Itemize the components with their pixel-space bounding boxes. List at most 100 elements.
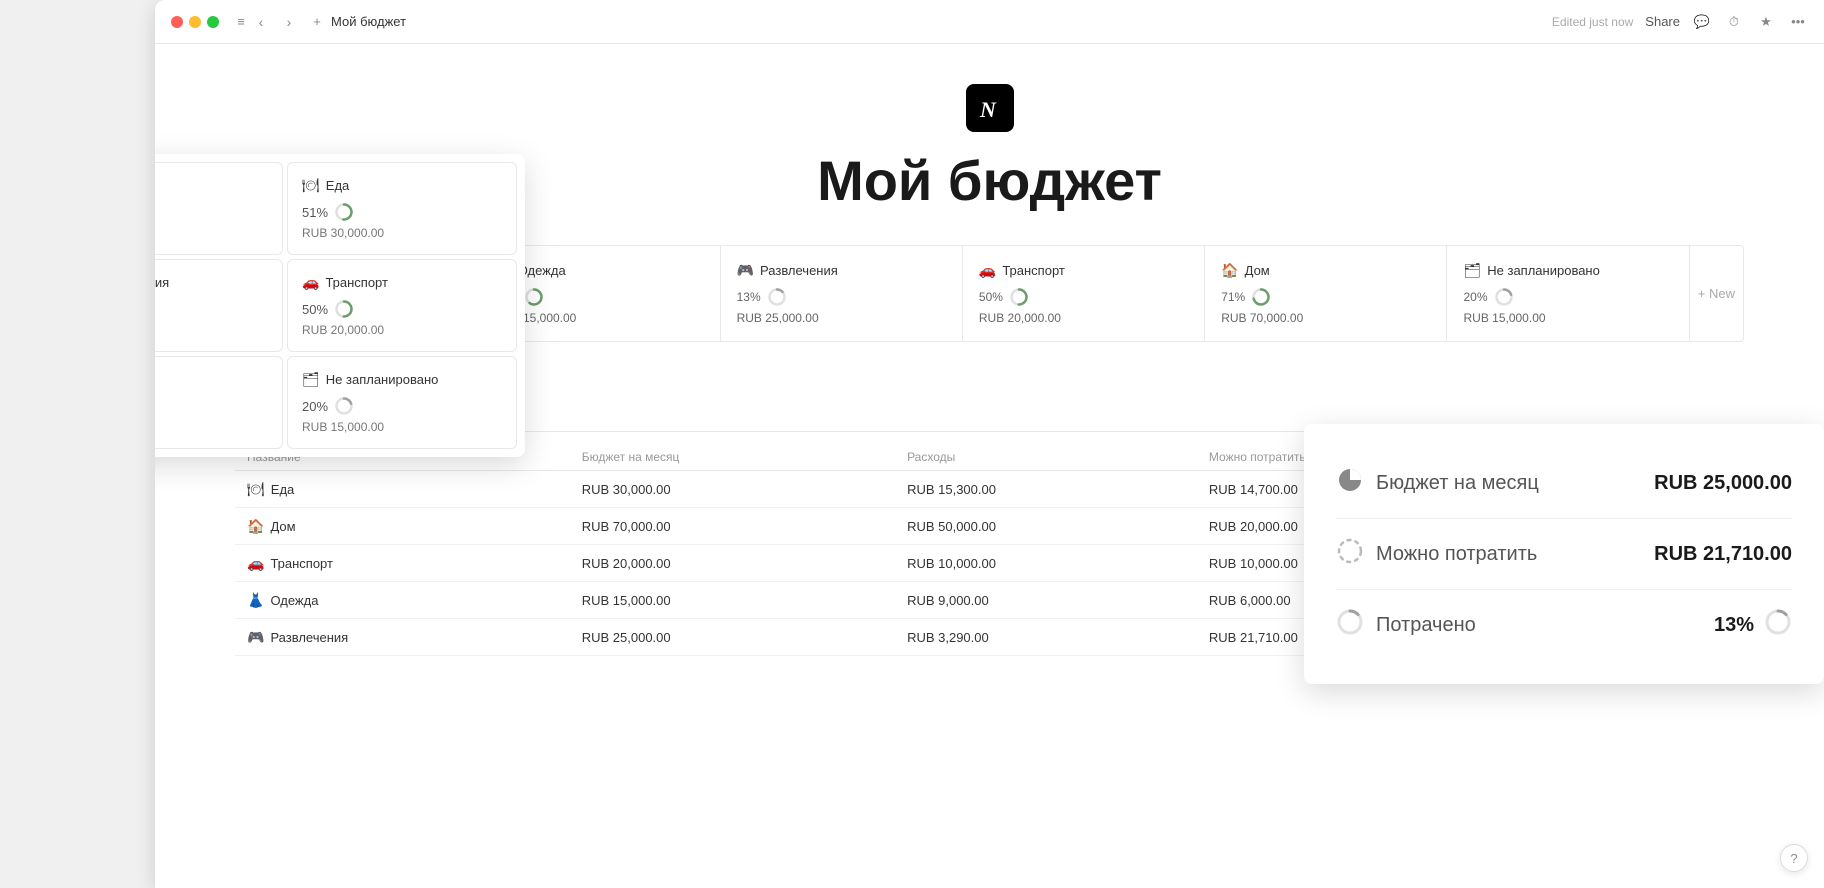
popup-row: Бюджет на месяц RUB 25,000.00 <box>1336 448 1792 519</box>
row-budget: RUB 25,000.00 <box>570 619 895 656</box>
row-icon: 🍽 <box>247 481 265 498</box>
popup-ring <box>1764 608 1792 642</box>
forward-icon[interactable]: › <box>279 12 299 32</box>
popup-label: Можно потратить <box>1336 537 1537 571</box>
card-percent: 60% <box>494 287 703 307</box>
comment-icon[interactable]: 💬 <box>1692 12 1712 32</box>
percent-label: 20% <box>1463 290 1487 304</box>
row-icon: 👗 <box>247 592 264 609</box>
overlay-card-header: 🎮 Развлечения <box>155 274 268 291</box>
popup-icon <box>1336 466 1364 500</box>
new-button[interactable]: + New <box>1690 246 1743 341</box>
overlay-cards: 👗 Одежда 60% RUB 15,000.00 🍽 Еда 51% RUB… <box>155 154 525 457</box>
overlay-card-percent: 60% <box>155 202 268 222</box>
overlay-card-percent: 13% <box>155 299 268 319</box>
menu-icon[interactable]: ≡ <box>231 12 251 32</box>
card-header: 🏠 Дом <box>1221 262 1430 279</box>
row-name-cell: 🚗 Транспорт <box>235 545 570 582</box>
more-icon[interactable]: ••• <box>1788 12 1808 32</box>
titlebar-actions: Edited just now Share 💬 ⏱ ★ ••• <box>1552 12 1808 32</box>
popup-icon <box>1336 608 1364 642</box>
history-icon[interactable]: ⏱ <box>1724 12 1744 32</box>
overlay-card[interactable]: 🗂 Не запланировано 20% RUB 15,000.00 <box>287 356 517 449</box>
card-name: Не запланировано <box>1487 263 1600 278</box>
popup-value: RUB 25,000.00 <box>1654 472 1792 495</box>
back-icon[interactable]: ‹ <box>251 12 271 32</box>
row-name-text: Еда <box>271 482 295 497</box>
overlay-card-name: Транспорт <box>325 275 388 290</box>
card-header: 🗂 Не запланировано <box>1463 262 1672 279</box>
overlay-card[interactable]: 🍽 Еда 51% RUB 30,000.00 <box>287 162 517 255</box>
card-amount: RUB 25,000.00 <box>737 311 946 325</box>
percent-label: 13% <box>737 290 761 304</box>
overlay-card-amount: RUB 30,000.00 <box>302 226 502 240</box>
card-icon: 🏠 <box>1221 262 1238 279</box>
overlay-pct-label: 20% <box>302 399 328 414</box>
card-header: 👗 Одежда <box>494 262 703 279</box>
main-content: N Мой бюджет 🍽 Еда 51% RUB 30,000.00 👗 О… <box>155 44 1824 888</box>
page-title-bar: Мой бюджет <box>331 14 406 29</box>
overlay-card-amount: RUB 15,000.00 <box>155 226 268 240</box>
row-name-text: Развлечения <box>270 630 348 645</box>
svg-text:N: N <box>979 97 997 122</box>
row-name-cell: 🎮 Развлечения <box>235 619 570 656</box>
row-name-cell: 🍽 Еда <box>235 471 570 508</box>
overlay-card[interactable]: 👗 Одежда 60% RUB 15,000.00 <box>155 162 283 255</box>
popup-row: Потрачено 13% <box>1336 590 1792 660</box>
card-icon: 🗂 <box>1463 262 1481 279</box>
window: ≡ ‹ › + Мой бюджет Edited just now Share… <box>155 0 1824 888</box>
overlay-card-icon: 🚗 <box>302 274 319 291</box>
overlay-card-percent: 71% <box>155 396 268 416</box>
gallery-card[interactable]: 🚗 Транспорт 50% RUB 20,000.00 <box>963 246 1205 341</box>
maximize-button[interactable] <box>207 16 219 28</box>
row-name-text: Транспорт <box>270 556 333 571</box>
card-percent: 13% <box>737 287 946 307</box>
overlay-card-header: 🏠 Дом <box>155 371 268 388</box>
row-expenses: RUB 3,290.00 <box>895 619 1197 656</box>
star-icon[interactable]: ★ <box>1756 12 1776 32</box>
overlay-card-header: 👗 Одежда <box>155 177 268 194</box>
row-name-text: Дом <box>270 519 295 534</box>
row-expenses: RUB 10,000.00 <box>895 545 1197 582</box>
edited-status: Edited just now <box>1552 15 1633 29</box>
popup-label: Бюджет на месяц <box>1336 466 1539 500</box>
card-amount: RUB 70,000.00 <box>1221 311 1430 325</box>
gallery-card[interactable]: 🎮 Развлечения 13% RUB 25,000.00 <box>721 246 963 341</box>
card-name: Транспорт <box>1002 263 1065 278</box>
card-header: 🎮 Развлечения <box>737 262 946 279</box>
minimize-button[interactable] <box>189 16 201 28</box>
popup-value: RUB 21,710.00 <box>1654 543 1792 566</box>
gallery-card[interactable]: 🗂 Не запланировано 20% RUB 15,000.00 <box>1447 246 1689 341</box>
close-button[interactable] <box>171 16 183 28</box>
help-button[interactable]: ? <box>1780 844 1808 872</box>
overlay-card[interactable]: 🎮 Развлечения 13% RUB 25,000.00 <box>155 259 283 352</box>
popup-card: Бюджет на месяц RUB 25,000.00 Можно потр… <box>1304 424 1824 684</box>
popup-label: Потрачено <box>1336 608 1476 642</box>
overlay-card-percent: 51% <box>302 202 502 222</box>
col-header-1: Бюджет на месяц <box>570 444 895 471</box>
overlay-card[interactable]: 🚗 Транспорт 50% RUB 20,000.00 <box>287 259 517 352</box>
notion-icon-area: N <box>235 84 1744 132</box>
popup-value-text: RUB 21,710.00 <box>1654 543 1792 566</box>
percent-label: 71% <box>1221 290 1245 304</box>
overlay-card-amount: RUB 70,000.00 <box>155 420 268 434</box>
window-controls <box>171 16 219 28</box>
overlay-pct-label: 50% <box>302 302 328 317</box>
row-budget: RUB 70,000.00 <box>570 508 895 545</box>
overlay-card-icon: 🍽 <box>302 177 320 194</box>
row-icon: 🏠 <box>247 518 264 535</box>
card-icon: 🚗 <box>979 262 996 279</box>
gallery-card[interactable]: 🏠 Дом 71% RUB 70,000.00 <box>1205 246 1447 341</box>
overlay-card-percent: 20% <box>302 396 502 416</box>
popup-row: Можно потратить RUB 21,710.00 <box>1336 519 1792 590</box>
row-budget: RUB 20,000.00 <box>570 545 895 582</box>
row-budget: RUB 15,000.00 <box>570 582 895 619</box>
overlay-card-header: 🗂 Не запланировано <box>302 371 502 388</box>
overlay-card[interactable]: 🏠 Дом 71% RUB 70,000.00 <box>155 356 283 449</box>
popup-label-text: Можно потратить <box>1376 543 1537 566</box>
row-name-text: Одежда <box>270 593 318 608</box>
popup-value-text: 13% <box>1714 614 1754 637</box>
overlay-card-name: Развлечения <box>155 275 169 290</box>
share-button[interactable]: Share <box>1645 14 1680 29</box>
add-icon[interactable]: + <box>307 12 327 32</box>
